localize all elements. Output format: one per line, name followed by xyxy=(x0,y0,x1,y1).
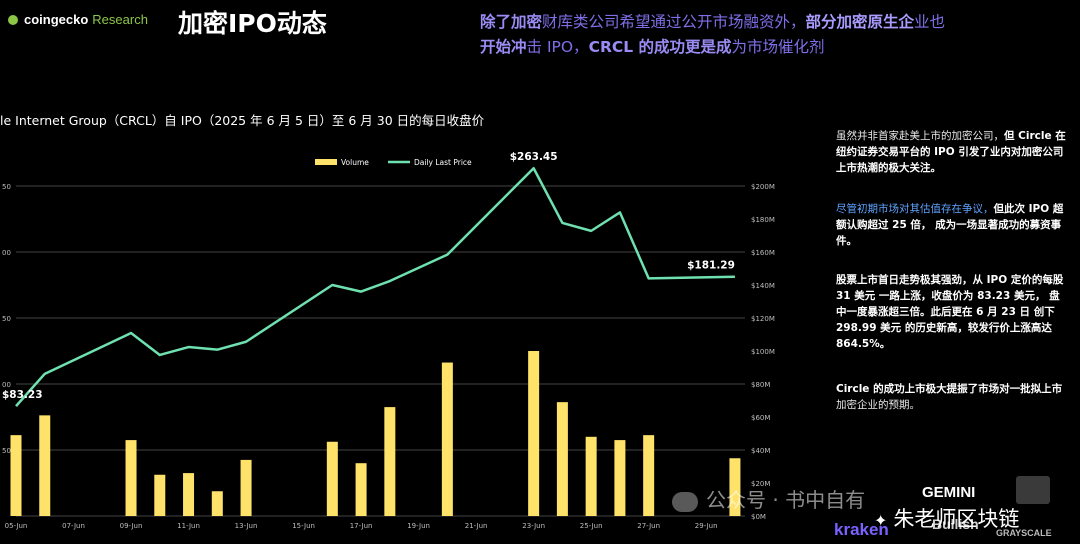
x-axis-tick-label: 05-Jun xyxy=(5,522,28,530)
note-2: 尽管初期市场对其估值存在争议，但此次 IPO 超额认购超过 25 倍， 成为一场… xyxy=(836,201,1068,249)
right-axis-tick-label: $160M xyxy=(751,249,775,257)
x-axis-tick-label: 07-Jun xyxy=(62,522,85,530)
volume-bar xyxy=(211,491,223,516)
note-1-text-a: 虽然并非首家赴美上市的加密公司， xyxy=(836,130,1004,142)
x-axis-tick-label: 27-Jun xyxy=(637,522,660,530)
volume-bar xyxy=(585,436,597,516)
right-axis-tick-label: $40M xyxy=(751,447,770,455)
note-4-text-a: Circle 的成功上市极大提振了市场对一批拟上市 xyxy=(836,383,1063,395)
headline-part: 击 IPO， xyxy=(526,38,589,56)
headline-part: 业也 xyxy=(914,13,946,31)
volume-bar xyxy=(441,362,453,516)
page-title: 加密IPO动态 xyxy=(178,9,327,38)
right-axis-tick-label: $120M xyxy=(751,315,775,323)
left-axis-tick-label: 50 xyxy=(2,447,11,455)
right-axis-tick-label: $180M xyxy=(751,216,775,224)
gemini-logo: GEMINI xyxy=(922,484,976,501)
headline-part: 除了加密 xyxy=(480,13,543,31)
volume-bar xyxy=(556,402,568,516)
left-axis-tick-label: 00 xyxy=(2,381,11,389)
headline-part: 为市场催化剂 xyxy=(731,38,825,56)
chart-title: le Internet Group（CRCL）自 IPO（2025 年 6 月 … xyxy=(0,113,485,128)
x-axis-tick-label: 19-Jun xyxy=(407,522,430,530)
note-4: Circle 的成功上市极大提振了市场对一批拟上市加密企业的预期。 xyxy=(836,381,1068,413)
volume-bar xyxy=(183,473,195,516)
wechat-watermark-text: 公众号 · 书中自有 xyxy=(706,488,866,512)
brand-name-text: coingecko xyxy=(24,12,89,27)
right-axis-tick-label: $60M xyxy=(751,414,770,422)
volume-bar xyxy=(125,440,137,516)
right-axis-tick-label: $0M xyxy=(751,513,766,521)
sparkle-icon: ✦ xyxy=(874,511,888,530)
x-axis-tick-label: 17-Jun xyxy=(350,522,373,530)
volume-bar xyxy=(240,459,252,516)
brand-name: coingecko Research xyxy=(24,12,148,27)
brand-suffix: Research xyxy=(92,12,148,27)
brand-logo: coingecko Research xyxy=(8,12,148,27)
x-axis-tick-label: 11-Jun xyxy=(177,522,200,530)
author-watermark-text: 朱老师区块链 xyxy=(893,507,1020,531)
volume-bar xyxy=(614,440,626,516)
headline: 除了加密财库类公司希望通过公开市场融资外，部分加密原生企业也开始冲击 IPO，C… xyxy=(480,10,1070,60)
legend-label-price: Daily Last Price xyxy=(414,158,472,167)
note-1: 虽然并非首家赴美上市的加密公司，但 Circle 在纽约证券交易平台的 IPO … xyxy=(836,128,1068,176)
note-2-text-a: 尽管初期市场对其估值存在争议， xyxy=(836,203,994,215)
author-watermark: ✦ 朱老师区块链 xyxy=(874,503,1019,533)
x-axis-tick-label: 09-Jun xyxy=(120,522,143,530)
headline-part: 开始冲 xyxy=(480,38,527,56)
x-axis-tick-label: 13-Jun xyxy=(235,522,258,530)
x-axis-tick-label: 21-Jun xyxy=(465,522,488,530)
headline-part: 财库类公司希望通过公开市场融资外， xyxy=(542,13,806,31)
volume-bar xyxy=(39,415,51,516)
right-axis-tick-label: $80M xyxy=(751,381,770,389)
x-axis-tick-label: 23-Jun xyxy=(522,522,545,530)
x-axis-tick-label: 15-Jun xyxy=(292,522,315,530)
legend-label-volume: Volume xyxy=(341,158,369,167)
price-data-label: $181.29 xyxy=(687,260,735,272)
price-data-label: $83.23 xyxy=(2,389,43,401)
volume-bar xyxy=(154,474,166,516)
volume-bar xyxy=(384,407,396,516)
headline-part: CRCL 的成功更是成 xyxy=(588,38,732,56)
volume-bar xyxy=(355,463,367,516)
volume-bar xyxy=(326,441,338,516)
note-3: 股票上市首日走势极其强劲，从 IPO 定价的每股 31 美元 一路上涨，收盘价为… xyxy=(836,272,1068,352)
right-axis-tick-label: $100M xyxy=(751,348,775,356)
volume-bar xyxy=(528,351,540,516)
wechat-icon xyxy=(672,491,698,512)
left-axis-tick-label: 50 xyxy=(2,315,11,323)
note-4-text-b: 加密企业的预期。 xyxy=(836,399,920,411)
legend-swatch-volume xyxy=(315,159,337,165)
headline-part: 部分加密原生企 xyxy=(805,13,915,31)
grayscale-emblem-icon xyxy=(1016,476,1050,504)
left-axis-tick-label: 50 xyxy=(2,183,11,191)
right-axis-tick-label: $200M xyxy=(751,183,775,191)
right-axis-tick-label: $140M xyxy=(751,282,775,290)
wechat-watermark: 公众号 · 书中自有 xyxy=(672,484,865,513)
left-axis-tick-label: 00 xyxy=(2,249,11,257)
coingecko-icon xyxy=(8,14,18,25)
volume-bar xyxy=(10,435,22,516)
note-3-text: 股票上市首日走势极其强劲，从 IPO 定价的每股 31 美元 一路上涨，收盘价为… xyxy=(836,274,1064,350)
volume-bar xyxy=(643,435,655,516)
price-data-label: $263.45 xyxy=(510,151,558,163)
x-axis-tick-label: 25-Jun xyxy=(580,522,603,530)
x-axis-tick-label: 29-Jun xyxy=(695,522,718,530)
price-line xyxy=(15,166,735,407)
